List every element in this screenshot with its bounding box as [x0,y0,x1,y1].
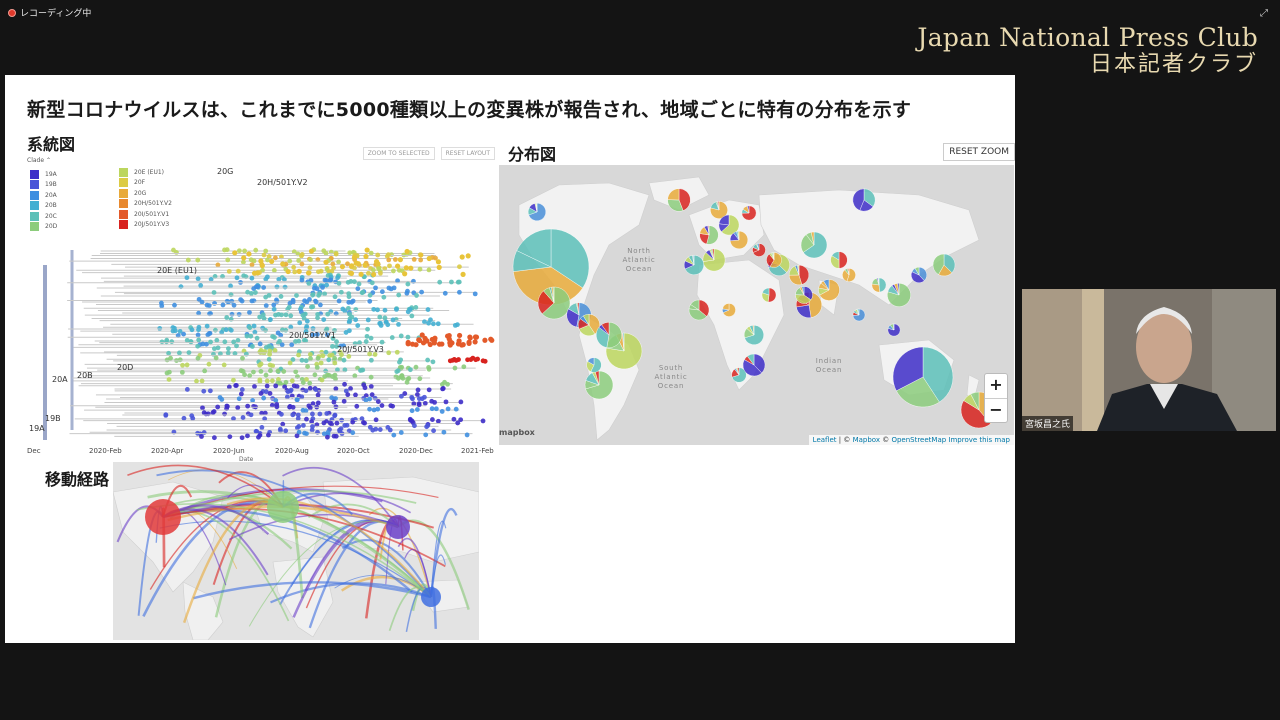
attrib-sep: | © [836,436,853,444]
branch-label: 20I/501Y.V1 [289,331,336,340]
branch-label: 20A [52,375,68,384]
mapbox-link[interactable]: Mapbox [853,436,880,444]
axis-tick: Dec [27,447,41,455]
pie-marker[interactable] [528,202,547,221]
axis-tick: 2021-Feb [461,447,494,455]
pie-marker[interactable] [742,353,766,377]
speaker-video: 宮坂昌之氏 [1022,289,1276,431]
ocean-label: Atlantic [654,373,687,381]
recording-icon [8,8,16,17]
pie-marker[interactable] [911,266,928,283]
pie-marker[interactable] [744,325,764,345]
ocean-label: Atlantic [622,256,655,264]
map-canvas[interactable]: NorthAtlanticOceanSouthAtlanticOceanIndi… [499,165,1014,445]
axis-tick: 2020-Aug [275,447,309,455]
slide-title: 新型コロナウイルスは、これまでに5000種類以上の変異株が報告され、地域ごとに特… [27,99,912,121]
ocean-label: Ocean [658,382,684,390]
pie-marker[interactable] [699,225,719,245]
axis-label: Date [239,456,254,461]
pie-marker[interactable] [702,248,726,272]
map-attribution: Leaflet | © Mapbox © OpenStreetMap Impro… [808,435,1014,445]
recording-label: レコーディング中 [20,9,92,19]
pie-marker[interactable] [684,254,704,275]
presentation-slide: 新型コロナウイルスは、これまでに5000種類以上の変異株が報告され、地域ごとに特… [5,75,1015,643]
pie-marker[interactable] [688,299,710,321]
reset-zoom-button[interactable]: RESET ZOOM [943,143,1015,161]
zoom-out-button[interactable]: − [985,398,1007,422]
pie-marker[interactable] [766,252,782,268]
leaflet-link[interactable]: Leaflet [813,436,837,444]
pie-marker[interactable] [842,268,856,282]
distribution-map[interactable]: North Atlantic Ocean South Atlantic Ocean Indi… [499,165,1014,445]
pie-marker[interactable] [830,251,848,269]
ocean-label: Indian [816,357,842,365]
axis-tick: 2020-Apr [151,447,183,455]
branch-label: 19B [45,414,61,423]
logo-en: Japan National Press Club [917,23,1258,52]
branch-label: 20B [77,371,93,380]
mapbox-logo: mapbox [499,428,535,437]
axis-tick: 2020-Feb [89,447,122,455]
pie-marker[interactable] [892,346,954,408]
meeting-screen: レコーディング中 ⤢ Japan National Press Club 日本記… [0,0,1280,720]
pie-marker[interactable] [729,230,749,249]
pie-marker[interactable] [537,286,571,320]
branch-label: 19A [29,424,45,433]
pie-marker[interactable] [722,303,736,317]
recording-indicator: レコーディング中 [8,6,91,19]
transmission-route-map [113,462,479,640]
pie-marker[interactable] [741,205,757,221]
branch-label: 20J/501Y.V3 [337,345,384,354]
pie-marker[interactable] [788,264,810,286]
attrib-sep: © [880,436,892,444]
ocean-label: South [659,364,683,372]
axis-tick: 2020-Jun [213,447,245,455]
pie-marker[interactable] [871,277,887,293]
pie-marker[interactable] [584,370,614,400]
map-section-title: 分布図 [508,145,557,164]
axis-tick: 2020-Oct [337,447,370,455]
osm-link[interactable]: OpenStreetMap [891,436,946,444]
press-club-logo: Japan National Press Club 日本記者クラブ [917,24,1258,78]
ocean-label: North [627,247,651,255]
branch-label: 20E (EU1) [157,266,197,275]
pie-marker[interactable] [667,188,691,212]
zoom-control: + − [984,373,1008,423]
pie-marker[interactable] [818,279,840,301]
expand-icon[interactable]: ⤢ [1260,8,1268,19]
ocean-label: Ocean [626,265,652,273]
phylo-section-title: 系統図 [27,135,76,154]
improve-map-link[interactable]: Improve this map [946,436,1010,444]
zoom-in-button[interactable]: + [985,374,1007,398]
pie-marker[interactable] [852,188,876,212]
pie-marker[interactable] [586,357,602,373]
speaker-name-tag: 宮坂昌之氏 [1022,416,1074,431]
pie-marker[interactable] [887,323,901,337]
pie-marker[interactable] [852,308,866,322]
route-canvas [113,464,479,640]
pie-marker[interactable] [800,231,828,259]
pie-marker[interactable] [596,322,622,348]
pie-marker[interactable] [761,287,777,303]
ocean-label: Ocean [816,366,842,374]
tree-plot: 20G 20H/501Y.V2 20E (EU1) 20I/501Y.V120J/50… [27,167,495,461]
pie-marker[interactable] [752,243,766,257]
axis-tick: 2020-Dec [399,447,433,455]
branch-label: 20H/501Y.V2 [257,178,308,187]
pie-marker[interactable] [795,286,813,304]
branch-label: 20G [217,167,233,176]
pie-marker[interactable] [887,283,911,307]
pie-marker[interactable] [932,253,956,277]
branch-label: 20D [117,363,133,372]
speaker-feed [1022,289,1276,431]
phylogenetic-tree: ZOOM TO SELECTED RESET LAYOUT Clade ⌃ 19… [27,147,495,461]
route-section-title: 移動経路 [45,470,110,489]
